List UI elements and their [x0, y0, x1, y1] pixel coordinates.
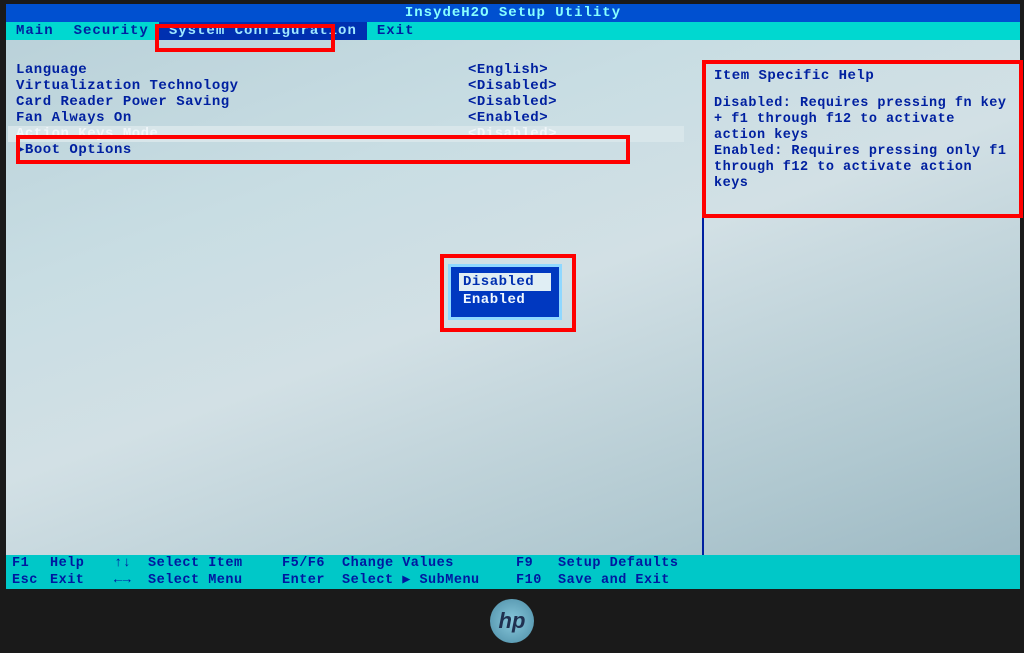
menu-tab-security[interactable]: Security: [64, 22, 159, 40]
footer-key: F1: [6, 555, 50, 572]
footer-key: Esc: [6, 572, 50, 589]
bios-screen: InsydeH2O Setup Utility MainSecuritySyst…: [6, 4, 1020, 589]
help-text: Disabled: Requires pressing fn key + f1 …: [714, 96, 1012, 192]
help-title: Item Specific Help: [714, 62, 1012, 84]
footer-label: Select ▶ SubMenu: [342, 572, 516, 589]
footer-key: F9: [516, 555, 558, 572]
footer-row: F1Help↑↓Select ItemF5/F6Change ValuesF9S…: [6, 555, 1020, 572]
title-bar: InsydeH2O Setup Utility: [6, 4, 1020, 22]
popup-option-disabled[interactable]: Disabled: [459, 273, 551, 291]
setting-label: Fan Always On: [8, 110, 468, 126]
footer-label: Select Item: [148, 555, 282, 572]
footer-key: ←→: [114, 572, 148, 589]
setting-label: Card Reader Power Saving: [8, 94, 468, 110]
setting-label: Virtualization Technology: [8, 78, 468, 94]
setting-row[interactable]: Fan Always On<Enabled>: [8, 110, 684, 126]
footer-key: ↑↓: [114, 555, 148, 572]
menu-tab-exit[interactable]: Exit: [367, 22, 425, 40]
help-panel: Item Specific Help Disabled: Requires pr…: [702, 62, 1012, 560]
setting-row[interactable]: Action Keys Mode<Disabled>: [8, 126, 684, 142]
menu-bar: MainSecuritySystem ConfigurationExit: [6, 22, 1020, 40]
setting-row[interactable]: Language<English>: [8, 62, 684, 78]
footer-key: F5/F6: [282, 555, 342, 572]
footer-row: EscExit←→Select MenuEnterSelect ▶ SubMen…: [6, 572, 1020, 589]
setting-label: Language: [8, 62, 468, 78]
value-popup: DisabledEnabled: [448, 264, 562, 320]
footer-label: Help: [50, 555, 114, 572]
setting-value: <Disabled>: [468, 94, 628, 110]
menu-tab-main[interactable]: Main: [6, 22, 64, 40]
setting-value: <Disabled>: [468, 78, 628, 94]
setting-value: <Enabled>: [468, 110, 628, 126]
setting-row[interactable]: Card Reader Power Saving<Disabled>: [8, 94, 684, 110]
footer-hints: F1Help↑↓Select ItemF5/F6Change ValuesF9S…: [6, 555, 1020, 589]
popup-option-enabled[interactable]: Enabled: [459, 291, 551, 309]
setting-label: ▶Boot Options: [8, 142, 468, 158]
setting-label: Action Keys Mode: [8, 126, 468, 142]
footer-key: Enter: [282, 572, 342, 589]
footer-label: Exit: [50, 572, 114, 589]
footer-key: F10: [516, 572, 558, 589]
setting-value: <English>: [468, 62, 628, 78]
setting-value: <Disabled>: [468, 126, 628, 142]
settings-list: Language<English>Virtualization Technolo…: [8, 62, 684, 560]
footer-label: Setup Defaults: [558, 555, 718, 572]
menu-tab-system-configuration[interactable]: System Configuration: [159, 22, 367, 40]
setting-row[interactable]: Virtualization Technology<Disabled>: [8, 78, 684, 94]
footer-label: Change Values: [342, 555, 516, 572]
footer-label: Save and Exit: [558, 572, 718, 589]
monitor-frame: InsydeH2O Setup Utility MainSecuritySyst…: [0, 0, 1024, 653]
setting-value: [468, 142, 628, 158]
setting-row[interactable]: ▶Boot Options: [8, 142, 684, 158]
footer-label: Select Menu: [148, 572, 282, 589]
hp-logo: hp: [490, 599, 534, 643]
